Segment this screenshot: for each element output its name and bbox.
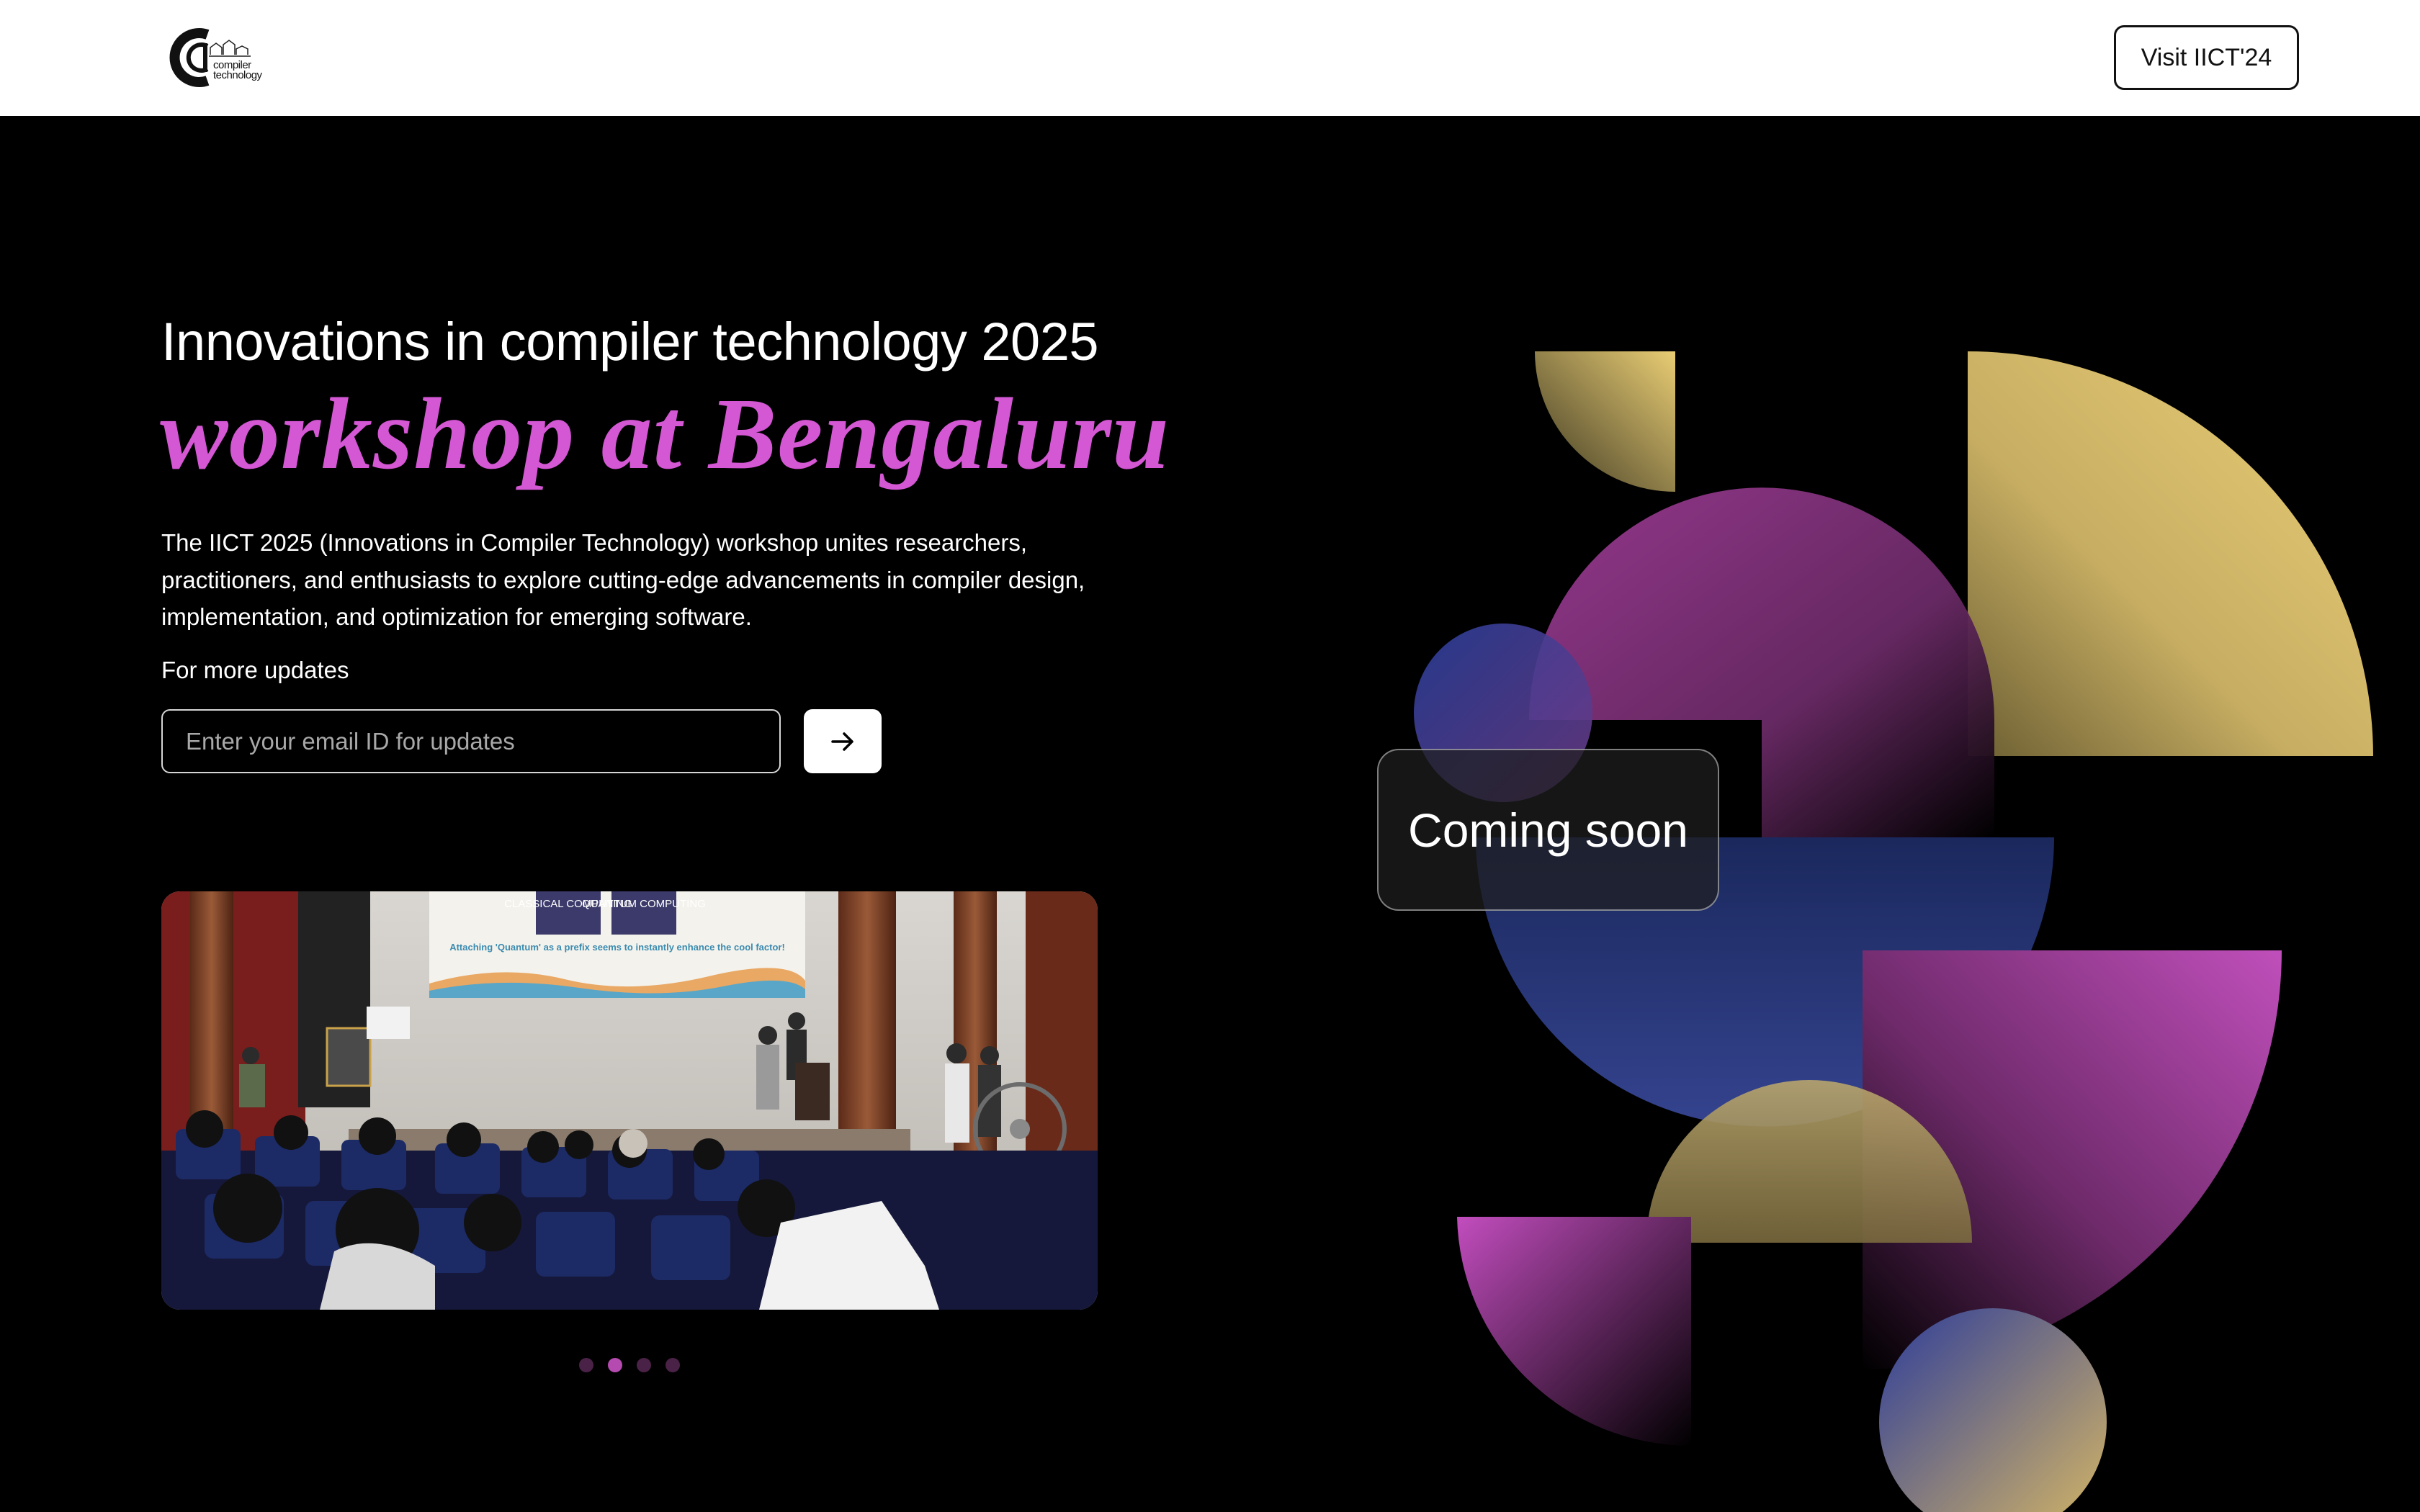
gold-quarter-small-shape: [1535, 351, 1675, 492]
decorative-shapes: [1414, 351, 2373, 1512]
gold-quarter-large-shape: [1968, 351, 2373, 756]
coming-soon-badge: Coming soon: [1377, 749, 1719, 911]
pink-quarter-shape: [1457, 1217, 1691, 1446]
